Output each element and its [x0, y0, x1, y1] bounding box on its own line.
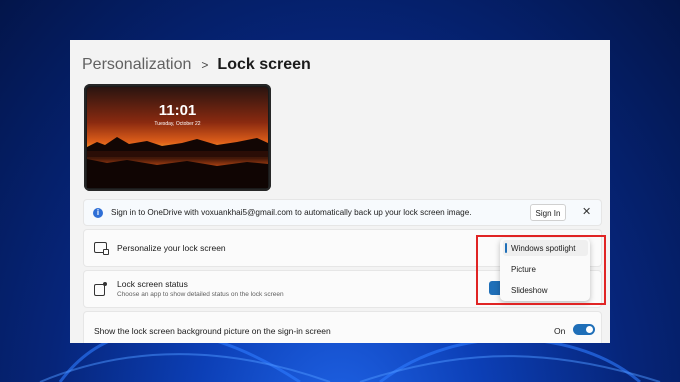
lock-screen-icon — [94, 242, 109, 255]
lock-screen-preview: 11:01 Tuesday, October 22 — [84, 84, 271, 191]
close-icon[interactable]: ✕ — [582, 206, 591, 218]
sign-in-background-toggle[interactable] — [573, 324, 595, 335]
toggle-state-label: On — [554, 326, 566, 336]
preview-date: Tuesday, October 22 — [154, 121, 201, 127]
sign-in-background-row: Show the lock screen background picture … — [83, 311, 602, 343]
page-title: Lock screen — [217, 56, 311, 73]
breadcrumb-parent[interactable]: Personalization — [82, 56, 191, 74]
info-icon: i — [93, 208, 103, 218]
onedrive-banner: i Sign in to OneDrive with voxuankhai5@g… — [83, 199, 602, 226]
annotation-highlight-box — [476, 235, 606, 305]
sign-in-button[interactable]: Sign In — [530, 204, 566, 221]
breadcrumb: Personalization > Lock screen — [82, 56, 311, 74]
banner-text: Sign in to OneDrive with voxuankhai5@gma… — [111, 208, 472, 217]
personalize-title: Personalize your lock screen — [117, 243, 226, 253]
chevron-right-icon: > — [201, 58, 209, 72]
toggle-knob — [586, 326, 593, 333]
status-subtitle: Choose an app to show detailed status on… — [117, 291, 284, 298]
preview-time: 11:01 — [158, 102, 197, 119]
sign-in-background-title: Show the lock screen background picture … — [94, 326, 331, 336]
status-title: Lock screen status — [117, 279, 188, 289]
status-icon — [94, 282, 107, 296]
